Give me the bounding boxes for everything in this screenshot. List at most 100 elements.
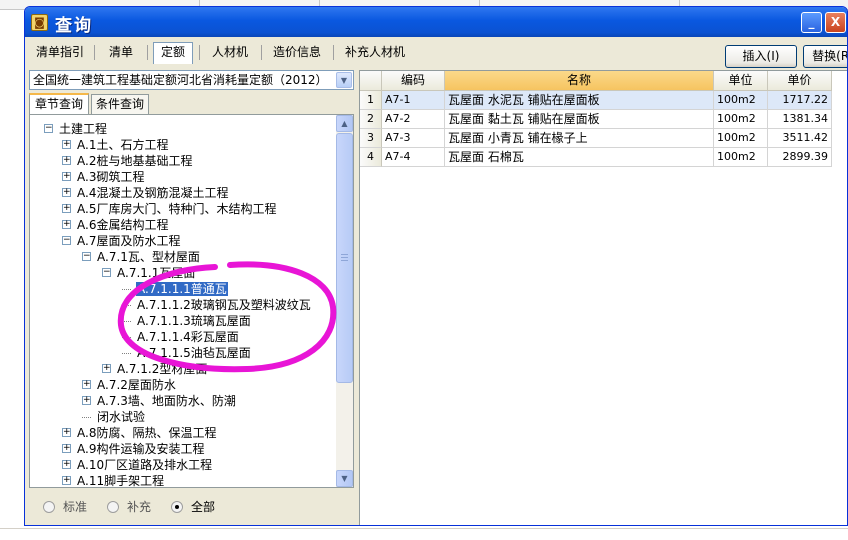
tab-quota[interactable]: 定额 — [153, 42, 193, 64]
expand-icon[interactable]: + — [62, 140, 71, 149]
row-number[interactable]: 1 — [360, 91, 382, 110]
row-number[interactable]: 2 — [360, 110, 382, 129]
cell-code[interactable]: A7-3 — [382, 129, 445, 148]
scroll-thumb[interactable] — [336, 133, 353, 383]
cell-unit[interactable]: 100m2 — [714, 91, 768, 110]
expand-icon[interactable]: + — [62, 460, 71, 469]
cell-code[interactable]: A7-1 — [382, 91, 445, 110]
tree-node[interactable]: 闭水试验 — [82, 409, 146, 425]
title-bar[interactable]: ◙ 查询 _ X — [25, 7, 847, 37]
tab-supplement-lmm[interactable]: 补充人材机 — [337, 42, 413, 63]
tree-node[interactable]: − A.7.1.1瓦屋面 — [102, 265, 196, 281]
tree-node-label: A.7.1.1.3琉璃瓦屋面 — [137, 314, 251, 328]
cell-name[interactable]: 瓦屋面 石棉瓦 — [445, 148, 714, 167]
header-code[interactable]: 编码 — [382, 71, 445, 91]
expand-icon[interactable]: + — [62, 204, 71, 213]
tree-node-label: A.7.1瓦、型材屋面 — [97, 250, 200, 264]
tree-node[interactable]: A.7.1.1.2玻璃钢瓦及塑料波纹瓦 — [122, 297, 312, 313]
expand-icon[interactable]: + — [102, 364, 111, 373]
cell-code[interactable]: A7-2 — [382, 110, 445, 129]
tree-node[interactable]: + A.4混凝土及钢筋混凝土工程 — [62, 185, 229, 201]
cell-code[interactable]: A7-4 — [382, 148, 445, 167]
tree-node-label: A.7.1.1.4彩瓦屋面 — [137, 330, 239, 344]
expand-icon[interactable]: + — [62, 444, 71, 453]
radio-supplement-label: 补充 — [127, 500, 152, 514]
tree-node[interactable]: + A.3砌筑工程 — [62, 169, 145, 185]
expand-icon[interactable]: + — [62, 156, 71, 165]
header-price[interactable]: 单价 — [768, 71, 832, 91]
cell-price[interactable]: 3511.42 — [768, 129, 832, 148]
tree-node[interactable]: + A.2桩与地基基础工程 — [62, 153, 193, 169]
cell-name[interactable]: 瓦屋面 小青瓦 铺在椽子上 — [445, 129, 714, 148]
cell-name[interactable]: 瓦屋面 水泥瓦 铺贴在屋面板 — [445, 91, 714, 110]
expand-icon[interactable]: + — [62, 188, 71, 197]
tree-node[interactable]: + A.6金属结构工程 — [62, 217, 169, 233]
tree-node-label: A.1土、石方工程 — [77, 138, 169, 152]
close-button[interactable]: X — [825, 12, 846, 33]
tree-node-label: 土建工程 — [59, 122, 108, 136]
cell-name[interactable]: 瓦屋面 黏土瓦 铺贴在屋面板 — [445, 110, 714, 129]
radio-all-icon — [171, 501, 183, 513]
row-number[interactable]: 3 — [360, 129, 382, 148]
tab-cost-info[interactable]: 造价信息 — [265, 42, 329, 63]
expand-icon[interactable]: + — [62, 172, 71, 181]
tree-node[interactable]: A.7.1.1.5油毡瓦屋面 — [122, 345, 252, 361]
tree-node[interactable]: − 土建工程 — [44, 121, 108, 137]
tree-node[interactable]: A.7.1.1.3琉璃瓦屋面 — [122, 313, 252, 329]
cell-unit[interactable]: 100m2 — [714, 129, 768, 148]
collapse-icon[interactable]: − — [82, 252, 91, 261]
expand-icon[interactable]: + — [62, 428, 71, 437]
tree-node[interactable]: A.7.1.1.1普通瓦 — [122, 281, 228, 297]
collapse-icon[interactable]: − — [44, 124, 53, 133]
collapse-icon[interactable]: − — [62, 236, 71, 245]
quota-library-select[interactable]: 全国统一建筑工程基础定额河北省消耗量定额（2012） ▼ — [29, 70, 354, 90]
tree-node[interactable]: + A.11脚手架工程 — [62, 473, 165, 487]
tab-condition-query[interactable]: 条件查询 — [91, 94, 149, 114]
quota-grid[interactable]: 编码 名称 单位 单价 1 A7-1 瓦屋面 水泥瓦 铺贴在屋面板 100m2 1717… — [359, 70, 847, 525]
expand-icon[interactable]: + — [62, 476, 71, 485]
window-title: 查询 — [55, 16, 93, 36]
tree-node[interactable]: A.7.1.1.4彩瓦屋面 — [122, 329, 240, 345]
chevron-down-icon[interactable]: ▼ — [336, 72, 352, 88]
tree-node[interactable]: + A.5厂库房大门、特种门、木结构工程 — [62, 201, 277, 217]
tree-node[interactable]: + A.7.1.2型材屋面 — [102, 361, 208, 377]
tree-node-label: 闭水试验 — [97, 410, 146, 424]
tree-node-label: A.9构件运输及安装工程 — [77, 442, 205, 456]
expand-icon[interactable]: + — [62, 220, 71, 229]
tree-node[interactable]: + A.10厂区道路及排水工程 — [62, 457, 213, 473]
cell-price[interactable]: 1717.22 — [768, 91, 832, 110]
tab-labor-material-machine[interactable]: 人材机 — [203, 42, 257, 63]
tab-bill[interactable]: 清单 — [99, 42, 143, 63]
insert-button[interactable]: 插入(I) — [725, 45, 797, 68]
cell-price[interactable]: 1381.34 — [768, 110, 832, 129]
expand-icon[interactable]: + — [82, 380, 91, 389]
tree-node[interactable]: + A.9构件运输及安装工程 — [62, 441, 205, 457]
header-unit[interactable]: 单位 — [714, 71, 768, 91]
tab-chapter-query[interactable]: 章节查询 — [29, 93, 89, 114]
expand-icon[interactable]: + — [82, 396, 91, 405]
chapter-tree[interactable]: − 土建工程 + A.1土、石方工程 + A.2桩与地基基础工程 + A.3砌筑工程 + A.4混… — [30, 115, 336, 487]
cell-unit[interactable]: 100m2 — [714, 148, 768, 167]
minimize-button[interactable]: _ — [801, 12, 822, 33]
cell-price[interactable]: 2899.39 — [768, 148, 832, 167]
header-name[interactable]: 名称 — [445, 71, 714, 91]
replace-button[interactable]: 替换(R) — [803, 45, 847, 68]
tree-node[interactable]: − A.7.1瓦、型材屋面 — [82, 249, 201, 265]
tree-node[interactable]: − A.7屋面及防水工程 — [62, 233, 181, 249]
tree-vertical-scrollbar[interactable]: ▲ ▼ — [336, 115, 353, 487]
tab-bill-guide[interactable]: 清单指引 — [29, 42, 91, 63]
row-number[interactable]: 4 — [360, 148, 382, 167]
header-rownum — [360, 71, 382, 91]
scroll-up-icon[interactable]: ▲ — [336, 115, 353, 132]
tree-node[interactable]: + A.7.2屋面防水 — [82, 377, 177, 393]
tree-node-label: A.7.2屋面防水 — [97, 378, 176, 392]
tree-node[interactable]: + A.8防腐、隔热、保温工程 — [62, 425, 217, 441]
tree-node[interactable]: + A.1土、石方工程 — [62, 137, 169, 153]
close-icon: X — [830, 15, 841, 29]
grip-line — [341, 260, 348, 261]
collapse-icon[interactable]: − — [102, 268, 111, 277]
cell-unit[interactable]: 100m2 — [714, 110, 768, 129]
tree-node[interactable]: + A.7.3墙、地面防水、防潮 — [82, 393, 237, 409]
scroll-down-icon[interactable]: ▼ — [336, 470, 353, 487]
app-icon: ◙ — [31, 14, 48, 31]
